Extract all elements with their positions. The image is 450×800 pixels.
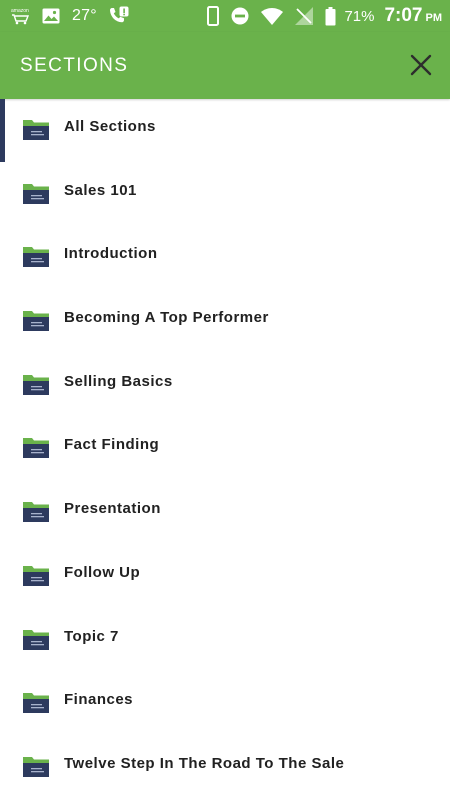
section-item[interactable]: Finances (0, 672, 450, 736)
clock-time: 7:07 (384, 5, 423, 26)
section-item[interactable]: All Sections (0, 99, 450, 163)
section-label: Finances (64, 691, 134, 709)
section-label: Topic 7 (64, 627, 119, 645)
section-label: All Sections (64, 118, 156, 135)
section-label: Presentation (64, 500, 161, 518)
section-label: Twelve Step In The Road To The Sale (64, 754, 345, 772)
section-item[interactable]: Follow Up (0, 545, 450, 609)
section-label: Selling Basics (64, 372, 173, 390)
do-not-disturb-icon (231, 7, 249, 25)
folder-icon (23, 436, 49, 459)
section-item[interactable]: Twelve Step In The Road To The Sale (0, 736, 450, 800)
folder-icon (23, 182, 49, 204)
wifi-icon (261, 7, 284, 25)
folder-icon (23, 755, 49, 777)
close-button[interactable] (406, 50, 436, 80)
folder-icon (23, 118, 49, 140)
status-bar-right: 71% 7:07 PM (207, 5, 442, 27)
image-icon (42, 8, 60, 24)
battery-icon (325, 6, 336, 26)
status-bar-left: amazon 27° (10, 6, 141, 26)
folder-icon (23, 628, 49, 650)
section-item[interactable]: Becoming A Top Performer (0, 290, 450, 354)
folder-icon (23, 564, 49, 586)
folder-icon (23, 245, 49, 268)
section-item[interactable]: Topic 7 (0, 609, 450, 673)
folder-icon (23, 691, 49, 714)
sections-screen: amazon 27° 71% 7:07 PM SECTIONS All Sect… (0, 0, 450, 800)
status-bar: amazon 27° 71% 7:07 PM (0, 0, 450, 32)
section-label: Sales 101 (64, 181, 137, 199)
folder-icon (23, 500, 49, 523)
temperature-text: 27° (72, 7, 97, 24)
section-item[interactable]: Introduction (0, 226, 450, 290)
svg-text:amazon: amazon (11, 8, 29, 14)
section-label: Becoming A Top Performer (64, 309, 269, 327)
section-item[interactable]: Selling Basics (0, 354, 450, 418)
section-label: Fact Finding (64, 436, 160, 454)
clock-ampm: PM (425, 12, 443, 24)
section-list: All Sections Sales 101 Introduction Becomin… (0, 99, 450, 800)
missed-call-icon (107, 6, 129, 26)
folder-icon (23, 309, 49, 332)
folder-icon (23, 373, 49, 395)
section-item[interactable]: Sales 101 (0, 163, 450, 227)
close-icon (410, 54, 432, 76)
section-label: Introduction (64, 245, 158, 263)
section-item[interactable]: Presentation (0, 481, 450, 545)
section-item[interactable]: Fact Finding (0, 417, 450, 481)
page-title: SECTIONS (20, 55, 129, 76)
battery-percent-text: 71% (344, 7, 375, 25)
phone-device-icon (207, 6, 220, 26)
app-header: SECTIONS (0, 32, 450, 99)
section-label: Follow Up (64, 563, 141, 581)
no-signal-icon (295, 7, 314, 25)
amazon-shopping-icon: amazon (10, 7, 30, 25)
